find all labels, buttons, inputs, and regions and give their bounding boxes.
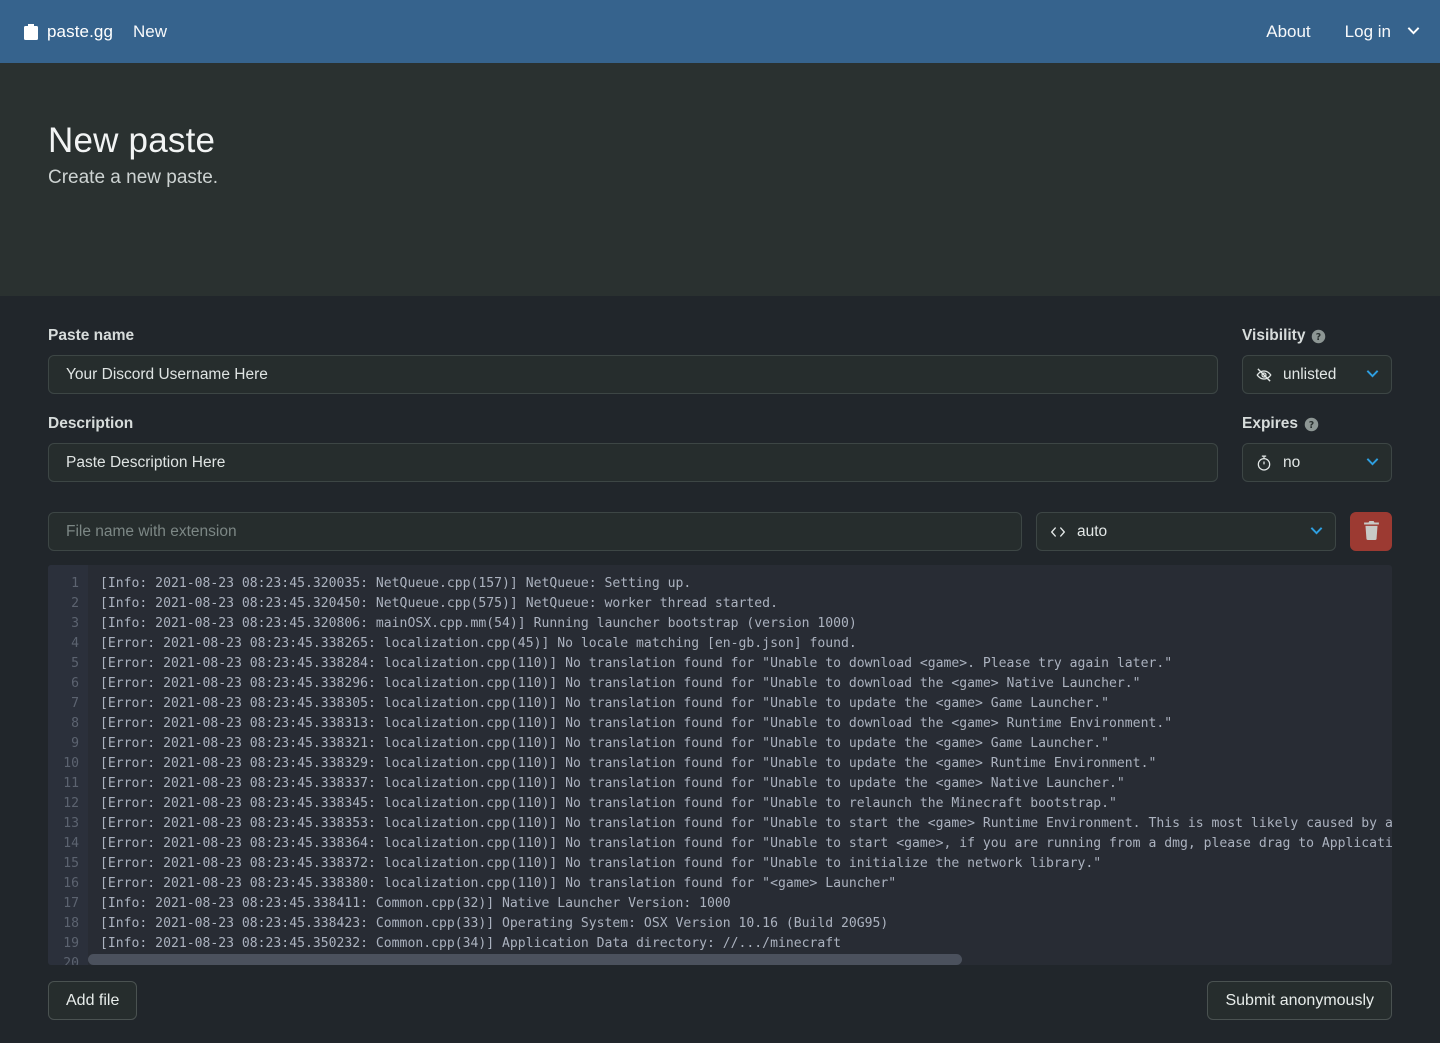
navbar: paste.gg New About Log in bbox=[0, 0, 1440, 63]
add-file-button[interactable]: Add file bbox=[48, 981, 137, 1020]
paste-name-group: Paste name bbox=[48, 326, 1218, 394]
editor-line-number: 11 bbox=[48, 774, 79, 794]
editor-line-number: 18 bbox=[48, 914, 79, 934]
editor-line: [Error: 2021-08-23 08:23:45.338265: loca… bbox=[100, 634, 1392, 654]
visibility-label-text: Visibility bbox=[1242, 327, 1305, 345]
navbar-left-group: paste.gg New bbox=[16, 16, 179, 48]
editor-line-number: 8 bbox=[48, 714, 79, 734]
brand-label: paste.gg bbox=[47, 22, 113, 42]
editor-line-number: 15 bbox=[48, 854, 79, 874]
description-group: Description bbox=[48, 414, 1218, 482]
editor-line: [Error: 2021-08-23 08:23:45.338284: loca… bbox=[100, 654, 1392, 674]
editor-line-number: 6 bbox=[48, 674, 79, 694]
editor-line-number: 16 bbox=[48, 874, 79, 894]
editor-line-number: 10 bbox=[48, 754, 79, 774]
editor-line-number: 7 bbox=[48, 694, 79, 714]
nav-item-login[interactable]: Log in bbox=[1331, 16, 1405, 48]
page-hero: New paste Create a new paste. bbox=[0, 63, 1440, 296]
editor-line: [Info: 2021-08-23 08:23:45.338423: Commo… bbox=[100, 914, 1392, 934]
editor-line: [Error: 2021-08-23 08:23:45.338345: loca… bbox=[100, 794, 1392, 814]
paste-name-input[interactable] bbox=[48, 355, 1218, 394]
language-value: auto bbox=[1077, 523, 1298, 541]
nav-item-about[interactable]: About bbox=[1252, 16, 1324, 48]
description-label: Description bbox=[48, 414, 1218, 434]
chevron-down-icon[interactable] bbox=[1405, 23, 1422, 40]
expires-value: no bbox=[1283, 454, 1354, 472]
expires-label-text: Expires bbox=[1242, 415, 1298, 433]
editor-line: [Error: 2021-08-23 08:23:45.338321: loca… bbox=[100, 734, 1392, 754]
code-editor[interactable]: 1234567891011121314151617181920 [Info: 2… bbox=[48, 565, 1392, 965]
editor-line-number: 2 bbox=[48, 594, 79, 614]
file-header-row: auto bbox=[48, 512, 1392, 551]
clipboard-icon bbox=[24, 24, 38, 40]
editor-line-number: 20 bbox=[48, 954, 79, 965]
paste-name-label: Paste name bbox=[48, 326, 1218, 346]
editor-line: [Info: 2021-08-23 08:23:45.320035: NetQu… bbox=[100, 574, 1392, 594]
chevron-down-icon[interactable] bbox=[1364, 454, 1381, 471]
editor-line: [Error: 2021-08-23 08:23:45.338364: loca… bbox=[100, 834, 1392, 854]
editor-line-number: 3 bbox=[48, 614, 79, 634]
editor-line-number: 12 bbox=[48, 794, 79, 814]
editor-line-number: 4 bbox=[48, 634, 79, 654]
svg-text:?: ? bbox=[1316, 331, 1321, 342]
editor-line-number: 14 bbox=[48, 834, 79, 854]
expires-group: Expires ? no bbox=[1242, 414, 1392, 482]
editor-line: [Error: 2021-08-23 08:23:45.338329: loca… bbox=[100, 754, 1392, 774]
chevron-down-icon[interactable] bbox=[1364, 366, 1381, 383]
submit-button[interactable]: Submit anonymously bbox=[1207, 981, 1392, 1020]
editor-line-number: 5 bbox=[48, 654, 79, 674]
editor-line-numbers: 1234567891011121314151617181920 bbox=[48, 565, 88, 965]
navbar-right-group: About Log in bbox=[1252, 0, 1422, 63]
chevron-down-icon[interactable] bbox=[1308, 523, 1325, 540]
expires-select[interactable]: no bbox=[1242, 443, 1392, 482]
form-row-name: Paste name Visibility ? bbox=[48, 326, 1392, 394]
paste-form: Paste name Visibility ? bbox=[0, 296, 1440, 1042]
visibility-select[interactable]: unlisted bbox=[1242, 355, 1392, 394]
editor-line: [Error: 2021-08-23 08:23:45.338305: loca… bbox=[100, 694, 1392, 714]
description-input[interactable] bbox=[48, 443, 1218, 482]
editor-line: [Error: 2021-08-23 08:23:45.338380: loca… bbox=[100, 874, 1392, 894]
visibility-group: Visibility ? unlisted bbox=[1242, 326, 1392, 394]
form-actions: Add file Submit anonymously bbox=[48, 981, 1392, 1042]
scrollbar-thumb[interactable] bbox=[88, 954, 962, 965]
editor-line: [Error: 2021-08-23 08:23:45.338296: loca… bbox=[100, 674, 1392, 694]
eye-slash-icon bbox=[1255, 366, 1273, 384]
editor-line-number: 13 bbox=[48, 814, 79, 834]
editor-content[interactable]: [Info: 2021-08-23 08:23:45.320035: NetQu… bbox=[88, 565, 1392, 965]
stopwatch-icon bbox=[1255, 454, 1273, 472]
code-brackets-icon bbox=[1049, 523, 1067, 541]
page-title: New paste bbox=[48, 121, 1392, 161]
editor-line: [Info: 2021-08-23 08:23:45.320450: NetQu… bbox=[100, 594, 1392, 614]
form-row-description: Description Expires ? bbox=[48, 414, 1392, 482]
visibility-value: unlisted bbox=[1283, 366, 1354, 384]
nav-item-new[interactable]: New bbox=[121, 16, 179, 48]
editor-line: [Error: 2021-08-23 08:23:45.338313: loca… bbox=[100, 714, 1392, 734]
question-circle-icon[interactable]: ? bbox=[1311, 329, 1326, 344]
editor-line-number: 17 bbox=[48, 894, 79, 914]
editor-horizontal-scrollbar[interactable] bbox=[88, 954, 1392, 965]
editor-line: [Error: 2021-08-23 08:23:45.338372: loca… bbox=[100, 854, 1392, 874]
editor-line-number: 1 bbox=[48, 574, 79, 594]
editor-line: [Error: 2021-08-23 08:23:45.338337: loca… bbox=[100, 774, 1392, 794]
expires-label: Expires ? bbox=[1242, 414, 1392, 434]
visibility-label: Visibility ? bbox=[1242, 326, 1392, 346]
question-circle-icon[interactable]: ? bbox=[1304, 417, 1319, 432]
editor-line-number: 9 bbox=[48, 734, 79, 754]
editor-line-number: 19 bbox=[48, 934, 79, 954]
editor-line: [Error: 2021-08-23 08:23:45.338353: loca… bbox=[100, 814, 1392, 834]
svg-text:?: ? bbox=[1309, 419, 1314, 430]
language-select[interactable]: auto bbox=[1036, 512, 1336, 551]
brand-link[interactable]: paste.gg bbox=[16, 16, 121, 48]
editor-line: [Info: 2021-08-23 08:23:45.338411: Commo… bbox=[100, 894, 1392, 914]
file-name-input[interactable] bbox=[48, 512, 1022, 551]
delete-file-button[interactable] bbox=[1350, 512, 1392, 551]
editor-line: [Info: 2021-08-23 08:23:45.320806: mainO… bbox=[100, 614, 1392, 634]
editor-line: [Info: 2021-08-23 08:23:45.350232: Commo… bbox=[100, 934, 1392, 954]
trash-icon bbox=[1363, 521, 1380, 543]
file-name-group bbox=[48, 512, 1022, 551]
page-subtitle: Create a new paste. bbox=[48, 167, 1392, 189]
